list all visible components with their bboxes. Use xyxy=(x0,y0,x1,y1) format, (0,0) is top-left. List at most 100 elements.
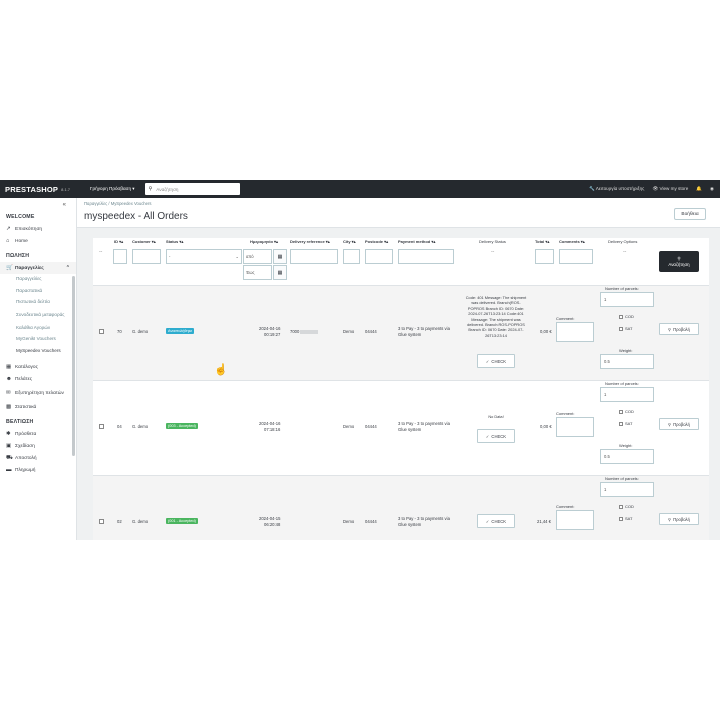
sidebar-item-customer-service[interactable]: ✉ Εξυπηρέτηση πελατών xyxy=(0,385,76,401)
weight-input[interactable]: 0.5 xyxy=(600,449,654,464)
delivery-status-message: Code: 401 Message: The shipment was deli… xyxy=(458,295,534,338)
filter-postcode-input[interactable] xyxy=(365,249,393,264)
status-badge: (001 - Accepted) xyxy=(166,518,198,524)
comment-input[interactable] xyxy=(556,417,594,437)
col-date[interactable]: Ημερομηνία ▾▴ xyxy=(250,239,278,244)
filter-date-from-input[interactable]: από xyxy=(243,249,272,264)
sat-checkbox[interactable]: SAT xyxy=(619,326,632,331)
filter-dash: -- xyxy=(491,249,495,255)
filter-customer-input[interactable] xyxy=(132,249,161,264)
check-status-button[interactable]: ✓ CHECK xyxy=(477,429,515,443)
search-input[interactable]: ⚲ Αναζήτηση xyxy=(144,183,240,195)
view-button[interactable]: ⚲ Προβολή xyxy=(659,323,699,335)
sidebar-subitem-orders[interactable]: Παραγγελίες xyxy=(0,274,76,286)
weight-label: Weight: xyxy=(619,348,633,353)
col-delivery-reference[interactable]: Delivery reference ▾▴ xyxy=(290,239,330,244)
sidebar-item-orders[interactable]: 🛒 Παραγγελίες ⌃ xyxy=(0,262,76,274)
row-checkbox[interactable] xyxy=(99,329,104,334)
sidebar-subitem-carts[interactable]: Καλάθια Αγορών xyxy=(0,323,76,335)
parcels-input[interactable]: 1 xyxy=(600,482,654,497)
shopping-basket-icon: 🛒 xyxy=(6,265,13,271)
sidebar-item-customers[interactable]: ☻ Πελάτες xyxy=(0,373,76,385)
check-status-button[interactable]: ✓ CHECK xyxy=(477,514,515,528)
col-payment-method[interactable]: Payment method ▾▴ xyxy=(398,239,435,244)
cod-checkbox[interactable]: COD xyxy=(619,314,634,319)
order-postcode: 04444 xyxy=(365,329,377,334)
check-status-button[interactable]: ✓ CHECK xyxy=(477,354,515,368)
search-button[interactable]: ⚲ Αναζήτηση xyxy=(659,251,699,272)
date-from-placeholder: από xyxy=(246,254,254,259)
sidebar-subitem-delivery-slips[interactable]: Συνοδευτικά μεταφοράς xyxy=(0,309,76,323)
calendar-icon[interactable]: ▦ xyxy=(273,249,287,264)
breadcrumb-orders[interactable]: Παραγγελίες xyxy=(84,201,107,206)
filter-delivery-reference-input[interactable] xyxy=(290,249,338,264)
filter-id-input[interactable] xyxy=(113,249,127,264)
sidebar-scrollbar[interactable] xyxy=(72,276,75,456)
weight-input[interactable]: 0.5 xyxy=(600,354,654,369)
quick-access-dropdown[interactable]: Γρήγορη Πρόσβαση ▾ xyxy=(90,186,135,192)
sidebar-item-modules[interactable]: ✱ Πρόσθετα xyxy=(0,428,76,440)
row-checkbox[interactable] xyxy=(99,424,104,429)
sidebar-item-shipping[interactable]: ⛟ Αποστολή xyxy=(0,452,76,464)
comment-input[interactable] xyxy=(556,322,594,342)
breadcrumb: Παραγγελίες / MySpeedex Vouchers xyxy=(84,201,151,206)
parcels-input[interactable]: 1 xyxy=(600,292,654,307)
order-total: 21,44 € xyxy=(537,519,551,524)
view-button[interactable]: ⚲ Προβολή xyxy=(659,513,699,525)
home-icon: ⌂ xyxy=(6,238,10,244)
calendar-icon[interactable]: ▦ xyxy=(273,265,287,280)
col-status[interactable]: Status ▾▴ xyxy=(166,239,183,244)
sidebar-item-design[interactable]: ▣ Σχεδίαση xyxy=(0,440,76,452)
sat-checkbox[interactable]: SAT xyxy=(619,421,632,426)
maintenance-link[interactable]: 🔧 Λειτουργία υποστήριξης xyxy=(589,186,644,192)
sidebar-item-stats[interactable]: ▩ Στατιστικά xyxy=(0,401,76,413)
col-city[interactable]: City ▾▴ xyxy=(343,239,356,244)
filter-payment-input[interactable] xyxy=(398,249,454,264)
row-checkbox[interactable] xyxy=(99,519,104,524)
table-row[interactable]: 02 G. demo (001 - Accepted) 2024-04-15 0… xyxy=(93,476,709,540)
version-label: 8.1.7 xyxy=(61,186,71,192)
view-button-label: Προβολή xyxy=(673,326,690,332)
order-postcode: 04444 xyxy=(365,519,377,524)
col-postcode[interactable]: Postcode ▾▴ xyxy=(365,239,388,244)
filter-date-to-input[interactable]: Έως xyxy=(243,265,272,280)
cod-checkbox[interactable]: COD xyxy=(619,409,634,414)
table-row[interactable]: 70 G. demo Αναστολήθηκε 2024-04-16 00:19… xyxy=(93,286,709,381)
parcels-input[interactable]: 1 xyxy=(600,387,654,402)
sat-label: SAT xyxy=(625,326,633,331)
filter-total-input[interactable] xyxy=(535,249,554,264)
collapse-sidebar-icon[interactable]: « xyxy=(63,202,66,208)
filter-comments-input[interactable] xyxy=(559,249,593,264)
cod-checkbox[interactable]: COD xyxy=(619,504,634,509)
col-comments[interactable]: Comments ▾▴ xyxy=(559,239,585,244)
sidebar-subitem-mygeniki[interactable]: MyGenikI Vouchers xyxy=(0,334,76,346)
sidebar-subitem-myspeedex[interactable]: MySpeedex Vouchers xyxy=(0,346,76,358)
sidebar-subitem-credit-slips[interactable]: Πιστωτικά δελτία xyxy=(0,297,76,309)
account-icon[interactable]: ◉ xyxy=(710,186,714,192)
order-id: 70 xyxy=(117,329,122,334)
sidebar-subitem-invoices[interactable]: Παραστατικά xyxy=(0,286,76,298)
col-total[interactable]: Total ▾▴ xyxy=(535,239,549,244)
table-row[interactable]: 04 G. demo (003 - Accepted) 2024-04-16 0… xyxy=(93,381,709,476)
notifications-bell-icon[interactable]: 🔔 xyxy=(696,186,702,192)
prestashop-logo[interactable]: PRESTASHOP xyxy=(5,185,58,194)
col-id[interactable]: ID ▾▴ xyxy=(114,239,123,244)
sidebar-item-label: Αποστολή xyxy=(15,455,37,461)
col-customer[interactable]: Customer ▾▴ xyxy=(132,239,156,244)
comment-input[interactable] xyxy=(556,510,594,530)
filter-status-select[interactable]: - ⌄ xyxy=(166,249,242,264)
view-button[interactable]: ⚲ Προβολή xyxy=(659,418,699,430)
filter-city-input[interactable] xyxy=(343,249,360,264)
view-button-label: Προβολή xyxy=(673,421,690,427)
sidebar-item-catalog[interactable]: ▦ Κατάλογος xyxy=(0,361,76,373)
breadcrumb-current: MySpeedex Vouchers xyxy=(110,201,152,206)
view-store-link[interactable]: 👁 View my store xyxy=(652,186,688,192)
order-total: 0,00 € xyxy=(540,329,552,334)
sidebar-item-payment[interactable]: ▬ Πληρωμή xyxy=(0,464,76,476)
payment-method-line1: 3 to Pay - 3 to payments via xyxy=(398,421,450,426)
sidebar-item-home[interactable]: ⌂ Home xyxy=(0,235,76,247)
sidebar-item-dashboard[interactable]: ↗ Επισκόπηση xyxy=(0,223,76,235)
parcels-value: 1 xyxy=(604,487,607,492)
help-button[interactable]: Βοήθεια xyxy=(674,208,706,220)
sat-checkbox[interactable]: SAT xyxy=(619,516,632,521)
